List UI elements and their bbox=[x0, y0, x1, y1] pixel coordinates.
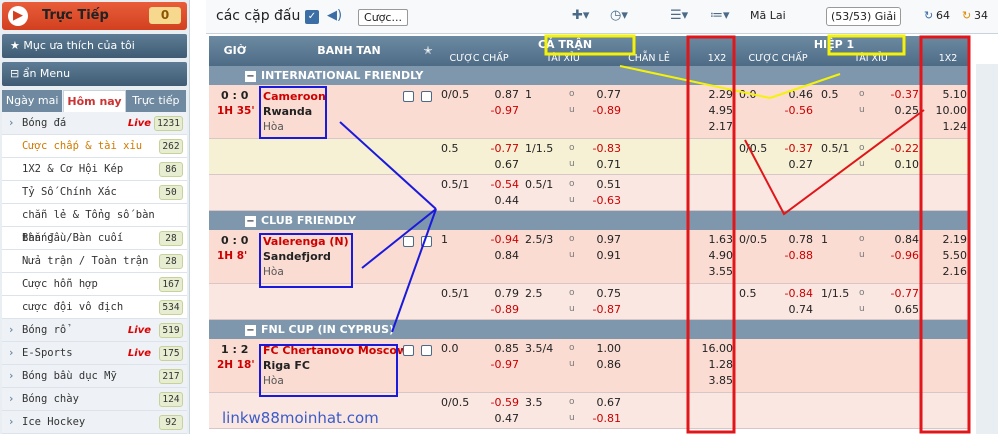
red-arrow bbox=[744, 109, 925, 216]
annotation-overlay bbox=[259, 34, 971, 434]
match-2-highlight bbox=[259, 233, 353, 288]
1x2-full-highlight bbox=[686, 35, 736, 434]
match-1-highlight bbox=[259, 86, 327, 139]
blue-arrow-1 bbox=[339, 121, 437, 210]
yellow-arrow-2 bbox=[769, 73, 841, 99]
1x2-half-highlight bbox=[919, 35, 971, 434]
match-3-highlight bbox=[259, 344, 398, 397]
yellow-arrow-1 bbox=[619, 65, 771, 99]
full-time-highlight bbox=[544, 34, 636, 56]
first-half-highlight bbox=[827, 34, 906, 56]
